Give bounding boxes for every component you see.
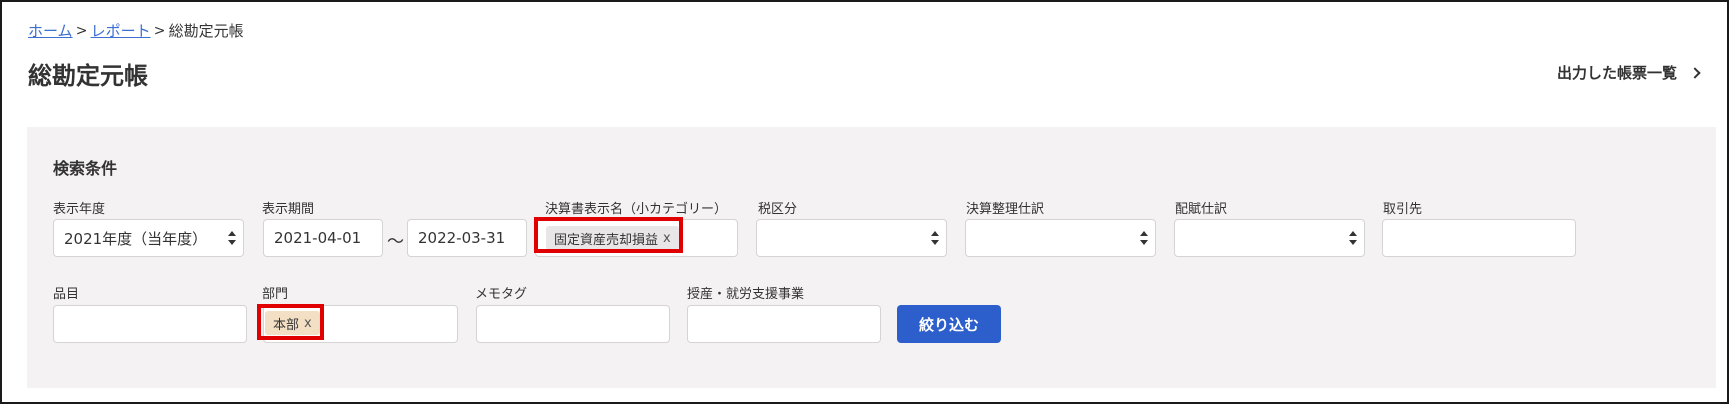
select-updown-icon (1140, 230, 1148, 246)
chevron-right-icon: > (75, 22, 88, 39)
fiscal-year-select[interactable]: 2021年度（当年度） (53, 219, 244, 257)
breadcrumb-current: 総勘定元帳 (168, 22, 244, 40)
breadcrumb: ホーム > レポート > 総勘定元帳 (28, 20, 244, 41)
report-list-link[interactable]: 出力した帳票一覧 (1556, 62, 1701, 83)
highlight-box (257, 304, 324, 340)
select-updown-icon (228, 230, 236, 246)
search-panel: 検索条件 表示年度 表示期間 決算書表示名（小カテゴリー） 税区分 決算整理仕訳… (27, 127, 1716, 388)
department-label: 部門 (262, 287, 289, 302)
report-list-link-label: 出力した帳票一覧 (1556, 64, 1677, 82)
segment-input[interactable] (687, 305, 881, 343)
fiscal-year-value: 2021年度（当年度） (64, 229, 208, 248)
period-separator: 〜 (387, 232, 404, 252)
closing-entry-label: 決算整理仕訳 (966, 202, 1045, 217)
select-updown-icon (931, 230, 939, 246)
segment-label: 授産・就労支援事業 (687, 287, 805, 302)
partner-input[interactable] (1382, 219, 1576, 257)
fiscal-year-label: 表示年度 (53, 202, 106, 217)
period-start-value: 2021-04-01 (274, 229, 362, 247)
period-label: 表示期間 (262, 202, 315, 217)
memo-tag-label: メモタグ (475, 287, 528, 302)
period-end-value: 2022-03-31 (418, 229, 506, 247)
allocation-entry-select[interactable] (1174, 219, 1365, 257)
allocation-entry-label: 配賦仕訳 (1175, 202, 1228, 217)
closing-entry-select[interactable] (965, 219, 1156, 257)
breadcrumb-reports-link[interactable]: レポート (91, 20, 151, 41)
chevron-right-icon: > (153, 22, 166, 39)
window-frame: ホーム > レポート > 総勘定元帳 総勘定元帳 出力した帳票一覧 検索条件 表… (0, 0, 1729, 404)
statement-name-label: 決算書表示名（小カテゴリー） (545, 202, 728, 217)
chevron-right-icon (1689, 66, 1701, 79)
tax-category-select[interactable] (756, 219, 947, 257)
breadcrumb-home-link[interactable]: ホーム (28, 20, 73, 41)
tax-category-label: 税区分 (758, 202, 798, 217)
memo-tag-input[interactable] (476, 305, 670, 343)
select-updown-icon (1349, 230, 1357, 246)
period-start-input[interactable]: 2021-04-01 (263, 219, 383, 257)
search-panel-title: 検索条件 (53, 159, 118, 178)
highlight-box (534, 217, 683, 253)
filter-submit-button[interactable]: 絞り込む (897, 305, 1001, 343)
period-end-input[interactable]: 2022-03-31 (407, 219, 527, 257)
item-input[interactable] (53, 305, 247, 343)
item-label: 品目 (53, 287, 80, 302)
partner-label: 取引先 (1383, 202, 1423, 217)
page-title: 総勘定元帳 (28, 62, 148, 90)
